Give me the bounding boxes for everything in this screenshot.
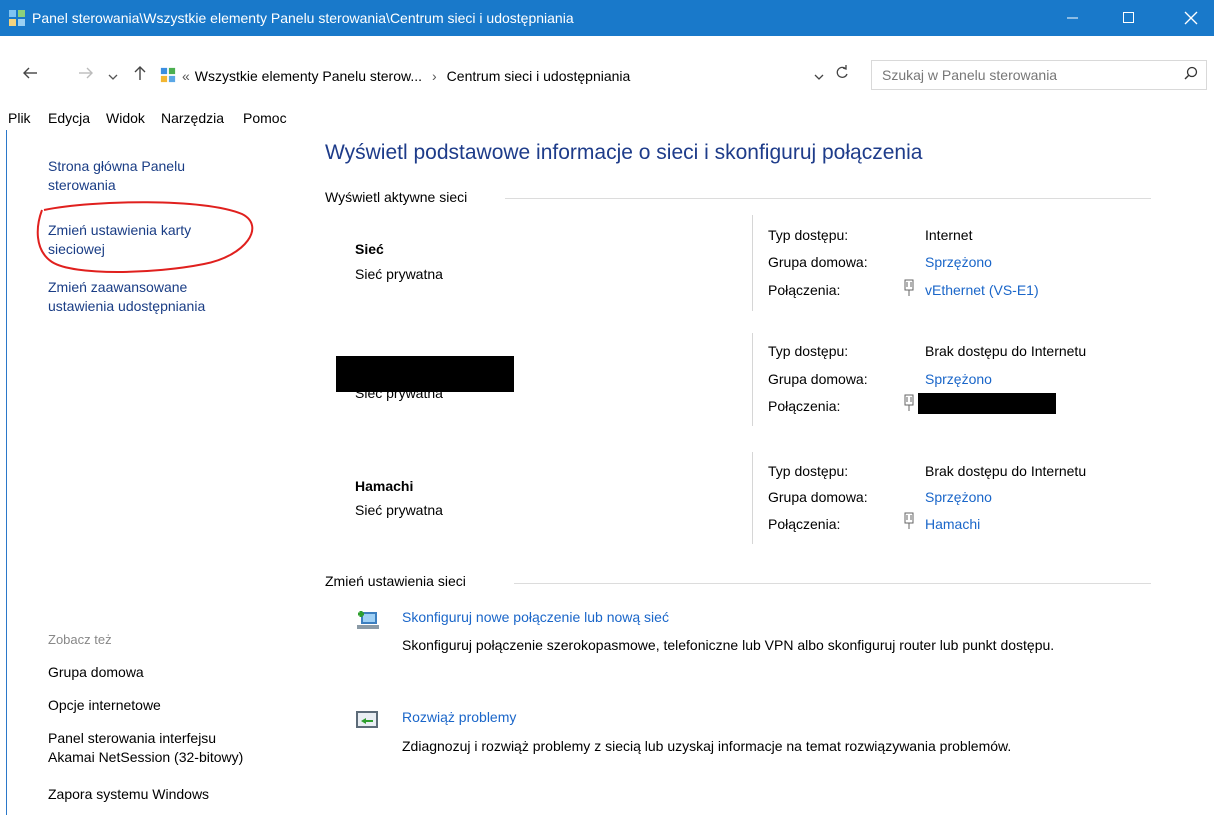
troubleshoot-icon — [355, 709, 379, 734]
maximize-icon[interactable] — [1106, 0, 1152, 36]
network-divider — [752, 452, 753, 544]
menu-tools[interactable]: Narzędzia — [161, 110, 224, 126]
network-name: Sieć — [355, 241, 384, 257]
network-type: Sieć prywatna — [355, 266, 443, 282]
network-name: Hamachi — [355, 478, 414, 494]
menu-view[interactable]: Widok — [106, 110, 145, 126]
red-annotation-circle — [36, 201, 254, 273]
menu-file[interactable]: Plik — [8, 110, 31, 126]
forward-arrow-icon[interactable] — [78, 66, 94, 84]
homegroup-link[interactable]: Sprzężono — [925, 254, 992, 270]
homegroup-link[interactable]: Sprzężono — [925, 489, 992, 505]
section-divider — [505, 198, 1151, 199]
section-divider — [514, 583, 1151, 584]
connection-link[interactable]: vEthernet (VS-E1) — [925, 282, 1039, 298]
page-title: Wyświetl podstawowe informacje o sieci i… — [325, 141, 923, 164]
access-type-label: Typ dostępu: — [768, 343, 849, 359]
menu-edit[interactable]: Edycja — [48, 110, 90, 126]
control-panel-small-icon — [160, 67, 176, 86]
access-type-label: Typ dostępu: — [768, 463, 849, 479]
connections-label: Połączenia: — [768, 398, 841, 414]
connection-link[interactable]: Hamachi — [925, 516, 980, 532]
ethernet-adapter-icon — [903, 512, 915, 533]
redacted-connection-name — [918, 393, 1056, 414]
search-input[interactable]: Szukaj w Panelu sterowania — [882, 67, 1057, 83]
connections-label: Połączenia: — [768, 282, 841, 298]
akamai-line1[interactable]: Panel sterowania interfejsu — [48, 729, 243, 748]
up-arrow-icon[interactable] — [133, 65, 147, 85]
back-arrow-icon[interactable] — [22, 66, 38, 84]
access-type-value: Brak dostępu do Internetu — [925, 343, 1087, 359]
menu-bar: Plik Edycja Widok Narzędzia Pomoc — [0, 106, 1214, 130]
sidebar-link-internet-options[interactable]: Opcje internetowe — [48, 696, 161, 715]
breadcrumb-network-center[interactable]: Centrum sieci i udostępniania — [447, 68, 631, 84]
refresh-icon[interactable] — [835, 64, 849, 84]
sidebar-link-akamai[interactable]: Panel sterowania interfejsu Akamai NetSe… — [48, 729, 243, 767]
access-type-value: Internet — [925, 227, 973, 243]
sidebar-link-homegroup[interactable]: Grupa domowa — [48, 663, 144, 682]
window-title: Panel sterowania\Wszystkie elementy Pane… — [32, 10, 574, 26]
redacted-network-name — [336, 356, 514, 392]
sidebar-sharing-line2[interactable]: ustawienia udostępniania — [48, 297, 205, 316]
search-icon[interactable] — [1184, 66, 1198, 83]
address-dropdown-chevron-icon[interactable] — [814, 68, 824, 85]
homegroup-label: Grupa domowa: — [768, 371, 868, 387]
active-networks-label: Wyświetl aktywne sieci — [325, 189, 468, 205]
breadcrumb-separator[interactable]: › — [432, 68, 437, 84]
troubleshoot-link[interactable]: Rozwiąż problemy — [402, 709, 516, 725]
sidebar-home-line2[interactable]: sterowania — [48, 176, 185, 195]
see-also-label: Zobacz też — [48, 632, 112, 647]
new-connection-icon — [355, 609, 381, 636]
menu-help[interactable]: Pomoc — [243, 110, 287, 126]
setup-new-connection-link[interactable]: Skonfiguruj nowe połączenie lub nową sie… — [402, 609, 669, 625]
search-box[interactable]: Szukaj w Panelu sterowania — [871, 60, 1207, 90]
network-type: Sieć prywatna — [355, 502, 443, 518]
network-divider — [752, 215, 753, 311]
sidebar-sharing-line1[interactable]: Zmień zaawansowane — [48, 278, 205, 297]
access-type-label: Typ dostępu: — [768, 227, 849, 243]
title-bar: Panel sterowania\Wszystkie elementy Pane… — [0, 0, 1214, 36]
akamai-line2[interactable]: Akamai NetSession (32-bitowy) — [48, 748, 243, 767]
homegroup-link[interactable]: Sprzężono — [925, 371, 992, 387]
address-path[interactable]: « Wszystkie elementy Panelu sterow... › … — [160, 61, 860, 91]
breadcrumb-overflow[interactable]: « — [182, 68, 190, 84]
setup-new-connection-desc: Skonfiguruj połączenie szerokopasmowe, t… — [402, 637, 1055, 653]
minimize-icon[interactable] — [1050, 0, 1096, 36]
recent-locations-chevron-icon[interactable] — [108, 68, 118, 85]
troubleshoot-desc: Zdiagnozuj i rozwiąż problemy z siecią l… — [402, 738, 1012, 754]
sidebar-link-advanced-sharing[interactable]: Zmień zaawansowane ustawienia udostępnia… — [48, 278, 205, 316]
sidebar-home-line1[interactable]: Strona główna Panelu — [48, 157, 185, 176]
sidebar-link-control-panel-home[interactable]: Strona główna Panelu sterowania — [48, 157, 185, 195]
sidebar-link-windows-firewall[interactable]: Zapora systemu Windows — [48, 785, 209, 804]
ethernet-adapter-icon — [903, 394, 915, 415]
homegroup-label: Grupa domowa: — [768, 254, 868, 270]
network-divider — [752, 333, 753, 426]
close-icon[interactable] — [1168, 0, 1214, 36]
connections-label: Połączenia: — [768, 516, 841, 532]
change-settings-label: Zmień ustawienia sieci — [325, 573, 466, 589]
access-type-value: Brak dostępu do Internetu — [925, 463, 1087, 479]
breadcrumb-all-items[interactable]: Wszystkie elementy Panelu sterow... — [195, 68, 422, 84]
ethernet-adapter-icon — [903, 279, 915, 300]
control-panel-icon — [8, 9, 26, 30]
homegroup-label: Grupa domowa: — [768, 489, 868, 505]
window-left-border — [6, 130, 7, 815]
address-toolbar: « Wszystkie elementy Panelu sterow... › … — [0, 36, 1214, 100]
